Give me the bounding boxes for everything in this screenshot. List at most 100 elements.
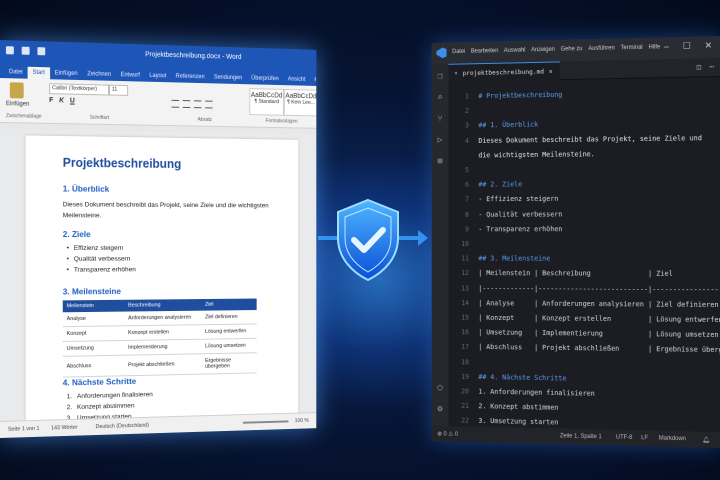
step-number: 1. xyxy=(67,393,72,400)
more-actions-icon[interactable]: ⋯ xyxy=(709,62,714,71)
ribbon-tab[interactable]: Zeichnen xyxy=(82,68,115,81)
document-title: Projektbeschreibung xyxy=(63,156,181,171)
window-controls: – ☐ ✕ xyxy=(664,40,712,52)
line-number: 17 xyxy=(448,340,469,355)
line-ending[interactable]: LF xyxy=(641,435,648,441)
style-standard[interactable]: AaBbCcDd ¶ Standard xyxy=(249,88,284,116)
goal-item: Transparenz erhöhen xyxy=(67,264,136,275)
line-number: 7 xyxy=(448,193,469,208)
minimize-icon[interactable]: – xyxy=(664,41,669,52)
close-tab-icon[interactable]: ✕ xyxy=(549,63,553,81)
save-icon[interactable] xyxy=(22,47,30,55)
table-cell: Ergebnisse übergeben xyxy=(201,353,256,374)
style-no-spacing[interactable]: AaBbCcDd ¶ Kein Lee... xyxy=(284,89,316,116)
word-logo-icon xyxy=(6,46,14,54)
line-number: 4 xyxy=(448,134,469,149)
extensions-icon[interactable]: ⊞ xyxy=(435,157,444,167)
underline-button[interactable]: U xyxy=(70,98,75,105)
table-cell: Lösung entwerfen xyxy=(201,324,256,339)
format-buttons: F K U xyxy=(49,97,75,104)
run-debug-icon[interactable]: ▷ xyxy=(435,136,444,146)
menu-item[interactable]: Auswahl xyxy=(504,48,525,54)
table-cell: Implementierung xyxy=(124,339,201,355)
problems-icon[interactable]: ⊗ 0 ⚠ 0 xyxy=(437,431,458,438)
paragraph-group-label: Absatz xyxy=(198,117,212,123)
ribbon-tab[interactable]: Sendungen xyxy=(209,72,246,85)
bold-button[interactable]: F xyxy=(49,97,53,104)
align-justify-icon[interactable] xyxy=(205,101,212,109)
split-editor-icon[interactable]: ◫ xyxy=(697,62,702,71)
notifications-icon[interactable]: 🔔︎ xyxy=(702,437,710,444)
ribbon-tab[interactable]: Start xyxy=(28,67,50,80)
ribbon-tab[interactable]: Referenzen xyxy=(171,71,209,84)
undo-icon[interactable] xyxy=(37,47,45,55)
line-text: 1. Anforderungen finalisieren xyxy=(478,388,594,398)
line-number: 14 xyxy=(448,296,469,311)
code-editor[interactable]: 1 # Projektbeschreibung 2 3 ## 1. Überblick 4… xyxy=(448,77,720,432)
word-window: Projektbeschreibung.docx - Word Datei Sta… xyxy=(0,40,316,438)
line-number: 2 xyxy=(448,104,469,119)
ribbon-tab[interactable]: Einfügen xyxy=(50,67,83,80)
explorer-icon[interactable]: ❐ xyxy=(435,72,444,82)
page-count: Seite 1 von 1 xyxy=(8,426,40,433)
clipboard-group-label: Zwischenablage xyxy=(6,113,42,120)
cursor-position[interactable]: Zeile 1, Spalte 1 xyxy=(560,433,602,440)
language-mode[interactable]: Markdown xyxy=(659,436,686,443)
align-right-icon[interactable] xyxy=(194,100,201,108)
table-cell: Projekt abschließen xyxy=(124,354,201,376)
align-center-icon[interactable] xyxy=(183,100,190,108)
line-number: 11 xyxy=(448,252,469,267)
line-number: 8 xyxy=(448,208,469,223)
menu-item[interactable]: Bearbeiten xyxy=(471,48,498,54)
table-cell: Analyse xyxy=(63,312,125,327)
menu-item[interactable]: Terminal xyxy=(621,45,643,51)
style-label: ¶ Standard xyxy=(254,99,278,105)
close-icon[interactable]: ✕ xyxy=(705,40,712,51)
ribbon-tab[interactable]: Hilfe xyxy=(310,74,316,86)
language-indicator[interactable]: Deutsch (Deutschland) xyxy=(96,423,149,430)
italic-button[interactable]: K xyxy=(59,97,64,104)
code-line: 3 ## 1. Überblick xyxy=(448,118,538,134)
ribbon-tab[interactable]: Ansicht xyxy=(283,74,310,86)
step-text: Konzept abstimmen xyxy=(77,402,135,410)
code-line: 10 xyxy=(448,237,478,252)
code-line: 8 - Qualität verbessern xyxy=(448,207,562,222)
paste-button[interactable]: Einfügen xyxy=(6,101,29,107)
menu-item[interactable]: Ausführen xyxy=(588,45,614,52)
account-icon[interactable]: ◯ xyxy=(435,383,444,393)
table-cell: Lösung umsetzen xyxy=(201,338,256,353)
ribbon-tab[interactable]: Entwurf xyxy=(116,69,145,82)
menu-item[interactable]: Hilfe xyxy=(648,44,660,50)
window-title: Projektbeschreibung.docx - Word xyxy=(145,51,241,61)
line-text: | Konzept | Konzept erstellen | Lösung e… xyxy=(478,314,720,324)
alignment-buttons xyxy=(172,100,213,109)
document-page[interactable]: Projektbeschreibung 1. Überblick Dieses … xyxy=(26,135,299,434)
code-line: 4 Dieses Dokument beschreibt das Projekt,… xyxy=(448,131,701,149)
editor-actions: ◫ ⋯ xyxy=(697,62,714,71)
ribbon-tab[interactable]: Überprüfen xyxy=(247,73,283,85)
settings-gear-icon[interactable]: ⚙ xyxy=(435,404,444,414)
ribbon-tab[interactable]: Datei xyxy=(4,66,28,79)
code-line: 1 # Projektbeschreibung xyxy=(448,88,562,105)
zoom-slider[interactable] xyxy=(243,420,288,423)
source-control-icon[interactable]: ⑂ xyxy=(435,114,444,124)
ribbon-tab[interactable]: Layout xyxy=(145,70,171,82)
menu-item[interactable]: Anzeigen xyxy=(531,47,555,53)
line-text: | Umsetzung | Implementierung | Lösung u… xyxy=(478,329,720,340)
menu-item[interactable]: Gehe zu xyxy=(561,46,583,52)
font-size-select[interactable]: 11 xyxy=(109,85,128,96)
line-number: 5 xyxy=(448,163,469,178)
menu-item[interactable]: Datei xyxy=(452,49,465,55)
line-text: die wichtigsten Meilensteine. xyxy=(478,150,594,159)
paste-icon[interactable] xyxy=(10,82,24,98)
encoding[interactable]: UTF-8 xyxy=(616,435,633,441)
line-number: 10 xyxy=(448,237,469,252)
search-icon[interactable]: ⌕ xyxy=(435,93,444,103)
maximize-icon[interactable]: ☐ xyxy=(683,41,691,52)
align-left-icon[interactable] xyxy=(172,100,179,108)
zoom-level[interactable]: 100 % xyxy=(295,418,309,424)
tab-projektbeschreibung[interactable]: ▾ projektbeschreibung.md ✕ xyxy=(448,61,560,82)
font-name-select[interactable]: Calibri (Textkörper) xyxy=(49,83,109,95)
styles-group-label: Formatvorlagen xyxy=(266,118,298,124)
table-header-cell: Beschreibung xyxy=(124,299,201,312)
